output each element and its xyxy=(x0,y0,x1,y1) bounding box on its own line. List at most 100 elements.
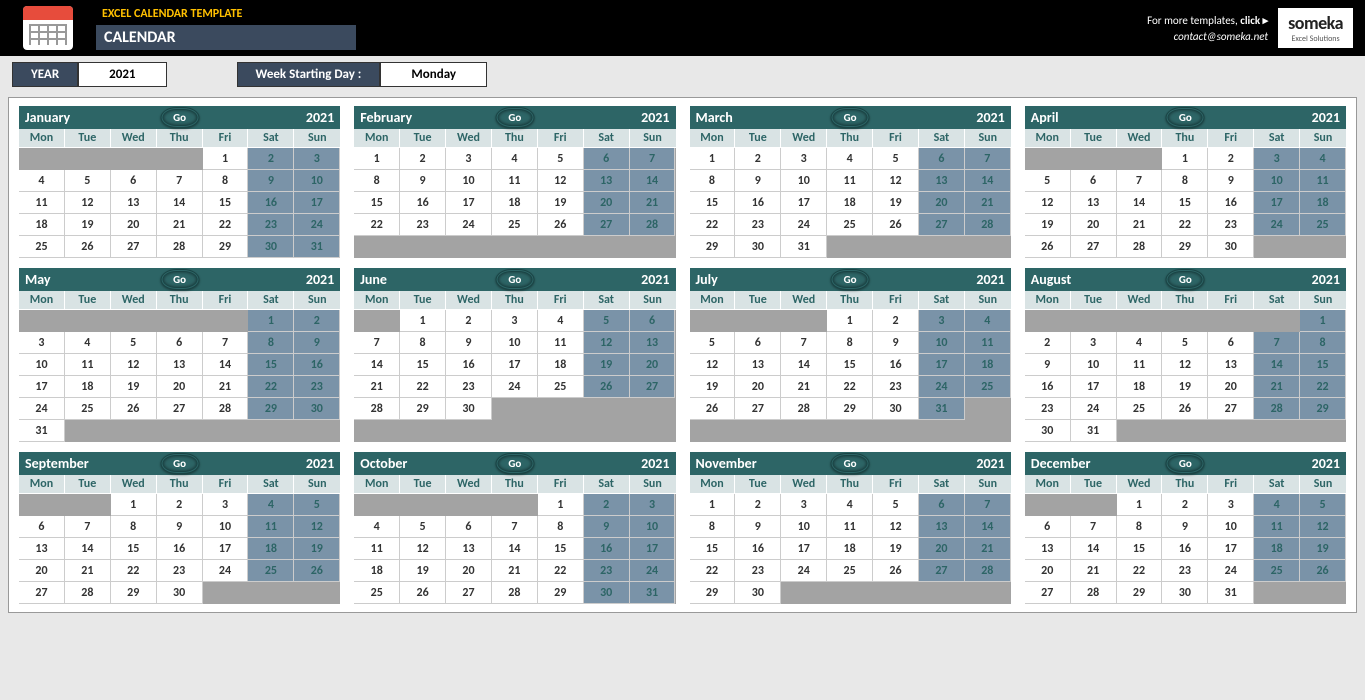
day-cell[interactable]: 15 xyxy=(690,538,736,560)
day-cell[interactable]: 19 xyxy=(690,376,736,398)
day-cell[interactable]: 4 xyxy=(1254,494,1300,516)
day-cell[interactable]: 3 xyxy=(203,494,249,516)
day-cell[interactable]: 5 xyxy=(294,494,340,516)
day-cell[interactable]: 14 xyxy=(1071,538,1117,560)
day-cell[interactable]: 23 xyxy=(584,560,630,582)
day-cell[interactable]: 2 xyxy=(248,148,294,170)
day-cell[interactable]: 4 xyxy=(538,310,584,332)
day-cell[interactable]: 26 xyxy=(294,560,340,582)
day-cell[interactable]: 13 xyxy=(584,170,630,192)
someka-logo[interactable]: someka Excel Solutions xyxy=(1278,8,1353,48)
day-cell[interactable]: 27 xyxy=(919,214,965,236)
day-cell[interactable]: 3 xyxy=(1254,148,1300,170)
day-cell[interactable]: 3 xyxy=(19,332,65,354)
day-cell[interactable]: 5 xyxy=(1025,170,1071,192)
day-cell[interactable]: 9 xyxy=(873,332,919,354)
day-cell[interactable]: 11 xyxy=(354,538,400,560)
day-cell[interactable]: 21 xyxy=(630,192,676,214)
day-cell[interactable]: 23 xyxy=(1208,214,1254,236)
day-cell[interactable]: 17 xyxy=(294,192,340,214)
day-cell[interactable]: 6 xyxy=(111,170,157,192)
day-cell[interactable]: 29 xyxy=(400,398,446,420)
day-cell[interactable]: 22 xyxy=(248,376,294,398)
go-button[interactable]: Go xyxy=(495,453,534,474)
day-cell[interactable]: 3 xyxy=(630,494,676,516)
day-cell[interactable]: 5 xyxy=(873,494,919,516)
day-cell[interactable]: 6 xyxy=(1208,332,1254,354)
day-cell[interactable]: 25 xyxy=(1300,214,1346,236)
day-cell[interactable]: 24 xyxy=(781,214,827,236)
day-cell[interactable]: 29 xyxy=(248,398,294,420)
day-cell[interactable]: 9 xyxy=(735,516,781,538)
day-cell[interactable]: 20 xyxy=(19,560,65,582)
day-cell[interactable]: 4 xyxy=(1117,332,1163,354)
go-button[interactable]: Go xyxy=(1166,453,1205,474)
day-cell[interactable]: 24 xyxy=(492,376,538,398)
day-cell[interactable]: 21 xyxy=(1254,376,1300,398)
year-input[interactable]: 2021 xyxy=(78,62,166,87)
day-cell[interactable]: 15 xyxy=(1300,354,1346,376)
day-cell[interactable]: 15 xyxy=(354,192,400,214)
day-cell[interactable]: 14 xyxy=(781,354,827,376)
day-cell[interactable]: 25 xyxy=(827,560,873,582)
day-cell[interactable]: 26 xyxy=(873,214,919,236)
day-cell[interactable]: 31 xyxy=(630,582,676,604)
day-cell[interactable]: 26 xyxy=(400,582,446,604)
day-cell[interactable]: 18 xyxy=(1117,376,1163,398)
day-cell[interactable]: 7 xyxy=(203,332,249,354)
day-cell[interactable]: 22 xyxy=(690,214,736,236)
day-cell[interactable]: 25 xyxy=(492,214,538,236)
day-cell[interactable]: 8 xyxy=(248,332,294,354)
day-cell[interactable]: 28 xyxy=(1117,236,1163,258)
day-cell[interactable]: 1 xyxy=(203,148,249,170)
day-cell[interactable]: 16 xyxy=(294,354,340,376)
day-cell[interactable]: 1 xyxy=(1117,494,1163,516)
day-cell[interactable]: 18 xyxy=(492,192,538,214)
day-cell[interactable]: 25 xyxy=(354,582,400,604)
day-cell[interactable]: 30 xyxy=(1162,582,1208,604)
day-cell[interactable]: 11 xyxy=(965,332,1011,354)
day-cell[interactable]: 3 xyxy=(294,148,340,170)
day-cell[interactable]: 12 xyxy=(538,170,584,192)
day-cell[interactable]: 3 xyxy=(781,494,827,516)
day-cell[interactable]: 1 xyxy=(111,494,157,516)
day-cell[interactable]: 20 xyxy=(446,560,492,582)
day-cell[interactable]: 18 xyxy=(1300,192,1346,214)
day-cell[interactable]: 19 xyxy=(873,192,919,214)
day-cell[interactable]: 19 xyxy=(294,538,340,560)
day-cell[interactable]: 24 xyxy=(446,214,492,236)
day-cell[interactable]: 18 xyxy=(1254,538,1300,560)
day-cell[interactable]: 5 xyxy=(873,148,919,170)
day-cell[interactable]: 11 xyxy=(492,170,538,192)
day-cell[interactable]: 16 xyxy=(400,192,446,214)
day-cell[interactable]: 3 xyxy=(446,148,492,170)
day-cell[interactable]: 22 xyxy=(827,376,873,398)
day-cell[interactable]: 7 xyxy=(157,170,203,192)
day-cell[interactable]: 23 xyxy=(735,560,781,582)
day-cell[interactable]: 7 xyxy=(65,516,111,538)
day-cell[interactable]: 28 xyxy=(1071,582,1117,604)
day-cell[interactable]: 20 xyxy=(919,538,965,560)
day-cell[interactable]: 22 xyxy=(354,214,400,236)
day-cell[interactable]: 8 xyxy=(203,170,249,192)
day-cell[interactable]: 19 xyxy=(400,560,446,582)
day-cell[interactable]: 28 xyxy=(492,582,538,604)
day-cell[interactable]: 26 xyxy=(690,398,736,420)
day-cell[interactable]: 17 xyxy=(1071,376,1117,398)
day-cell[interactable]: 29 xyxy=(1162,236,1208,258)
day-cell[interactable]: 20 xyxy=(584,192,630,214)
day-cell[interactable]: 23 xyxy=(735,214,781,236)
day-cell[interactable]: 23 xyxy=(1162,560,1208,582)
day-cell[interactable]: 9 xyxy=(735,170,781,192)
go-button[interactable]: Go xyxy=(495,107,534,128)
day-cell[interactable]: 7 xyxy=(1117,170,1163,192)
day-cell[interactable]: 13 xyxy=(1208,354,1254,376)
day-cell[interactable]: 25 xyxy=(19,236,65,258)
day-cell[interactable]: 11 xyxy=(248,516,294,538)
day-cell[interactable]: 30 xyxy=(735,236,781,258)
day-cell[interactable]: 21 xyxy=(203,376,249,398)
day-cell[interactable]: 14 xyxy=(1117,192,1163,214)
day-cell[interactable]: 8 xyxy=(400,332,446,354)
day-cell[interactable]: 10 xyxy=(1208,516,1254,538)
go-button[interactable]: Go xyxy=(831,453,870,474)
